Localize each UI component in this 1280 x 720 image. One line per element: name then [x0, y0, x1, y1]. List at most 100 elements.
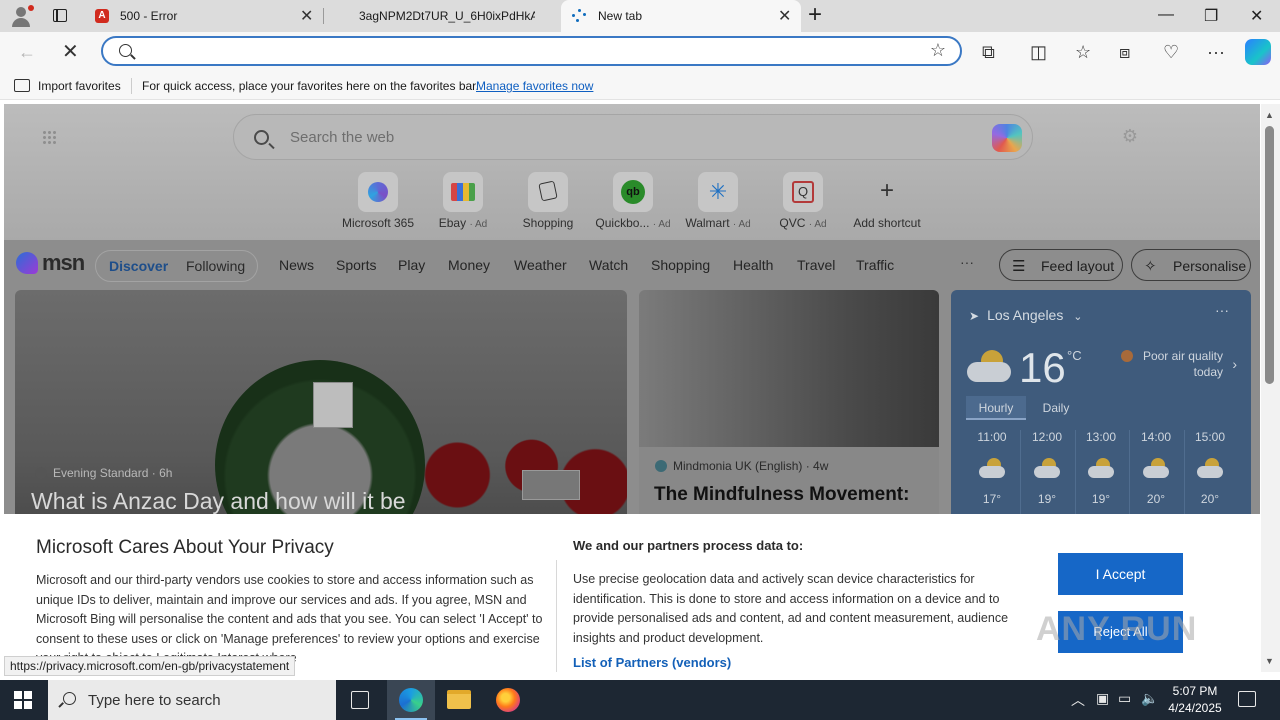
feed-layout-button[interactable]: ☰ Feed layout	[999, 249, 1123, 281]
profile-icon[interactable]	[10, 5, 34, 27]
taskbar-search[interactable]: Type here to search	[48, 680, 336, 720]
more-options-icon[interactable]: ···	[1215, 302, 1229, 318]
nav-weather[interactable]: Weather	[514, 257, 567, 273]
task-view-button[interactable]	[336, 680, 384, 720]
favorites-icon[interactable]: ☆	[1075, 41, 1091, 63]
nav-health[interactable]: Health	[733, 257, 773, 273]
clock-date: 4/24/2025	[1168, 701, 1222, 715]
temperature-unit[interactable]: °C	[1067, 348, 1082, 363]
weather-location[interactable]: ➤ Los Angeles ⌄	[969, 307, 1082, 323]
quickbooks-icon: qb	[621, 180, 645, 204]
scrollbar-thumb[interactable]	[1265, 126, 1274, 384]
scroll-up-icon[interactable]: ▲	[1265, 110, 1274, 120]
notifications-icon[interactable]	[1238, 691, 1256, 707]
collections-icon[interactable]: ⧈	[1119, 41, 1130, 63]
import-favorites-icon[interactable]	[14, 79, 30, 92]
nav-travel[interactable]: Travel	[797, 257, 835, 273]
window-close-icon[interactable]: ✕	[1250, 6, 1263, 26]
taskbar: Type here to search ︿ ▣ ▭ 🔈 5:07 PM 4/24…	[0, 680, 1280, 720]
tab-discover[interactable]: Discover	[109, 258, 168, 274]
device-icon[interactable]: ▣	[1096, 690, 1109, 707]
search-icon	[119, 44, 132, 57]
copilot-icon[interactable]	[992, 124, 1022, 152]
page-scrollbar[interactable]: ▲ ▼	[1261, 104, 1280, 672]
windows-start-icon[interactable]	[14, 691, 32, 709]
chevron-right-icon[interactable]: ›	[1232, 356, 1237, 372]
taskbar-clock[interactable]: 5:07 PM 4/24/2025	[1164, 683, 1226, 717]
air-quality-text[interactable]: Poor air quality today	[1121, 348, 1223, 380]
volume-icon[interactable]: 🔈	[1141, 690, 1158, 707]
address-bar[interactable]: ☆	[101, 36, 962, 66]
add-shortcut-button[interactable]: + Add shortcut	[847, 172, 927, 231]
personalise-button[interactable]: ✧ Personalise	[1131, 249, 1251, 281]
forecast-temp: 19°	[1037, 492, 1057, 506]
shortcut-ebay[interactable]: Ebay · Ad	[423, 172, 503, 230]
nav-sports[interactable]: Sports	[336, 257, 376, 273]
tab-actions-icon[interactable]	[50, 7, 70, 25]
nav-money[interactable]: Money	[448, 257, 490, 273]
settings-icon[interactable]: ⚙	[1122, 126, 1138, 147]
shortcut-label: Walmart	[685, 216, 730, 230]
firefox-icon	[496, 688, 520, 712]
apps-launcher-icon[interactable]	[42, 130, 56, 144]
nav-play[interactable]: Play	[398, 257, 425, 273]
nav-shopping[interactable]: Shopping	[651, 257, 710, 273]
tab-hash[interactable]: 3agNPM2Dt7UR_U_6H0ixPdHkAP	[324, 0, 560, 32]
favorite-star-icon[interactable]: ☆	[930, 40, 946, 61]
partners-list-link[interactable]: List of Partners (vendors)	[573, 655, 731, 670]
forecast-time: 11:00	[977, 430, 1007, 444]
tab-hourly[interactable]: Hourly	[966, 396, 1026, 420]
extensions-icon[interactable]: ⧉	[982, 41, 995, 63]
tab-title: 3agNPM2Dt7UR_U_6H0ixPdHkAP	[359, 9, 535, 23]
close-icon[interactable]: ✕	[300, 6, 313, 26]
manage-favorites-link[interactable]: Manage favorites now	[476, 79, 593, 93]
chevron-up-icon[interactable]: ︿	[1071, 690, 1085, 710]
more-icon[interactable]: ···	[1207, 41, 1225, 63]
chevron-down-icon: ⌄	[1073, 311, 1083, 323]
import-favorites-button[interactable]: Import favorites	[38, 79, 121, 93]
feed-layout-label: Feed layout	[1041, 258, 1115, 274]
stop-icon[interactable]: ✕	[62, 41, 79, 63]
news-source-text: Evening Standard · 6h	[53, 466, 173, 480]
sparkle-icon: ✧	[1144, 258, 1157, 275]
shortcut-shopping[interactable]: Shopping	[508, 172, 588, 230]
network-icon[interactable]: ▭	[1118, 690, 1131, 707]
loading-icon	[572, 9, 586, 23]
taskbar-edge[interactable]	[387, 680, 435, 720]
tab-following[interactable]: Following	[186, 258, 245, 274]
back-icon[interactable]: ←	[18, 41, 36, 63]
taskbar-firefox[interactable]	[484, 680, 532, 720]
tab-error[interactable]: A 500 - Error ✕	[84, 0, 322, 32]
tab-new-tab[interactable]: New tab ✕	[561, 0, 801, 32]
tab-daily[interactable]: Daily	[1026, 396, 1086, 420]
taskbar-search-placeholder: Type here to search	[88, 692, 221, 709]
shortcut-quickbooks[interactable]: qb Quickbo... · Ad	[593, 172, 673, 230]
copilot-icon[interactable]	[1245, 39, 1271, 65]
nav-more-icon[interactable]: ···	[960, 254, 974, 270]
privacy-purposes-heading: We and our partners process data to:	[573, 538, 804, 553]
nav-watch[interactable]: Watch	[589, 257, 628, 273]
close-icon[interactable]: ✕	[778, 6, 791, 26]
browser-essentials-icon[interactable]: ♡	[1163, 41, 1179, 63]
news-headline[interactable]: What is Anzac Day and how will it be	[31, 488, 406, 515]
shortcut-microsoft-365[interactable]: Microsoft 365	[338, 172, 418, 230]
taskbar-file-explorer[interactable]	[435, 680, 483, 720]
scroll-down-icon[interactable]: ▼	[1265, 656, 1274, 666]
msn-logo[interactable]: msn	[16, 250, 86, 276]
status-bar-url: https://privacy.microsoft.com/en-gb/priv…	[4, 656, 296, 676]
new-tab-icon[interactable]: +	[808, 3, 822, 27]
nav-traffic[interactable]: Traffic	[856, 257, 894, 273]
accept-button[interactable]: I Accept	[1058, 553, 1183, 595]
nav-news[interactable]: News	[279, 257, 314, 273]
web-search-box[interactable]: Search the web	[233, 114, 1033, 160]
shortcut-qvc[interactable]: Q QVC · Ad	[763, 172, 843, 230]
minimize-icon[interactable]: —	[1158, 6, 1174, 24]
divider	[556, 560, 557, 672]
shortcut-label: Microsoft 365	[341, 216, 415, 230]
news-headline[interactable]: The Mindfulness Movement:	[654, 482, 909, 508]
restore-icon[interactable]: ❐	[1204, 6, 1218, 26]
partly-cloudy-icon	[1197, 458, 1223, 480]
split-screen-icon[interactable]: ◫	[1030, 41, 1047, 63]
shortcut-walmart[interactable]: ✳ Walmart · Ad	[678, 172, 758, 230]
forecast-hour: 14:00 20°	[1131, 430, 1181, 506]
